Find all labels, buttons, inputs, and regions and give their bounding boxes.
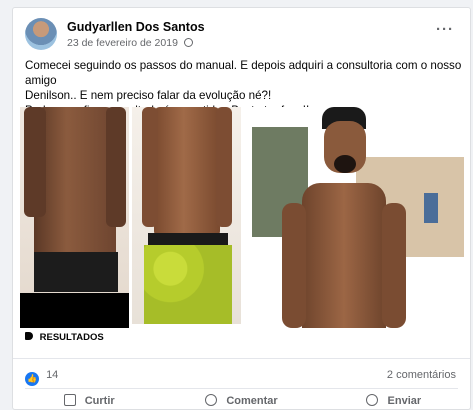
globe-icon (183, 38, 193, 47)
divider (25, 388, 458, 389)
like-button[interactable]: Curtir (13, 391, 165, 410)
thumbs-up-icon: 👍 (25, 372, 39, 386)
post-photos[interactable] (20, 107, 466, 328)
post-meta: 23 de fevereiro de 2019 (67, 37, 193, 49)
more-options-button[interactable]: ··· (436, 21, 454, 38)
likes-number: 14 (46, 369, 59, 381)
share-label: Enviar (387, 395, 422, 407)
tag-label[interactable]: RESULTADOS (40, 332, 104, 343)
messenger-icon (366, 394, 379, 406)
comment-button[interactable]: Comentar (165, 391, 317, 410)
post-header: Gudyarllen Dos Santos 23 de fevereiro de… (25, 18, 460, 54)
photo-during[interactable] (132, 107, 241, 324)
comments-count[interactable]: 2 comentários (387, 369, 456, 381)
likes-count[interactable]: 👍 14 (25, 369, 58, 386)
photo-after[interactable] (244, 107, 466, 328)
post-card: Gudyarllen Dos Santos 23 de fevereiro de… (12, 7, 471, 410)
divider (13, 358, 470, 359)
post-text-line: Comecei seguindo os passos do manual. E … (25, 59, 462, 87)
post-date[interactable]: 23 de fevereiro de 2019 (67, 37, 178, 49)
tag-row[interactable]: RESULTADOS (25, 332, 104, 352)
comment-icon (205, 394, 218, 406)
tag-icon (25, 332, 33, 340)
like-label: Curtir (84, 395, 115, 407)
like-icon (63, 394, 76, 406)
author-name[interactable]: Gudyarllen Dos Santos (67, 20, 205, 34)
action-bar: Curtir Comentar Enviar (13, 391, 470, 410)
comment-label: Comentar (226, 395, 278, 407)
share-button[interactable]: Enviar (318, 391, 470, 410)
photo-before[interactable] (20, 107, 129, 328)
avatar[interactable] (25, 18, 57, 50)
post-text-line: Denilson.. E nem preciso falar da evoluç… (25, 89, 272, 102)
